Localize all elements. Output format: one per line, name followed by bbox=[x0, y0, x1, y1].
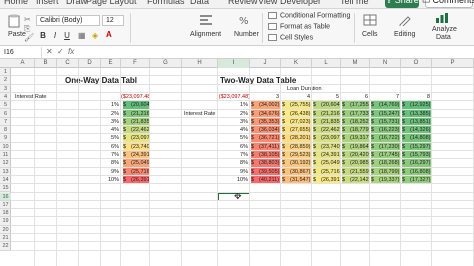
share-button[interactable]: ⇪Share bbox=[385, 0, 419, 8]
row-header-22[interactable]: 22 bbox=[0, 242, 11, 251]
row-header-17[interactable]: 17 bbox=[0, 201, 11, 210]
row-header-7[interactable]: 7 bbox=[0, 118, 11, 127]
cell-styles-icon bbox=[268, 34, 277, 41]
column-header-n[interactable]: N bbox=[370, 59, 401, 68]
enter-icon[interactable]: ✓ bbox=[57, 47, 64, 56]
row-header-1[interactable]: 1 bbox=[0, 68, 11, 77]
row-header-14[interactable]: 14 bbox=[0, 176, 11, 185]
row-header-15[interactable]: 15 bbox=[0, 184, 11, 193]
ribbon-tab-review[interactable]: Review bbox=[228, 0, 258, 6]
column-header-i[interactable]: I bbox=[218, 59, 250, 68]
column-header-l[interactable]: L bbox=[312, 59, 341, 68]
underline-button[interactable]: U bbox=[62, 31, 72, 40]
analyze-data-icon[interactable] bbox=[434, 11, 450, 25]
column-header-h[interactable]: H bbox=[182, 59, 218, 68]
paste-icon[interactable] bbox=[6, 14, 22, 28]
ribbon-tab-formulas[interactable]: Formulas bbox=[147, 0, 185, 6]
comments-label: Comments bbox=[432, 0, 474, 5]
row-header-20[interactable]: 20 bbox=[0, 226, 11, 234]
borders-icon[interactable]: ▦ bbox=[78, 31, 86, 40]
column-header-p[interactable]: P bbox=[432, 59, 474, 68]
row-header-16[interactable]: 16 bbox=[0, 192, 11, 201]
column-header-row: ABCDEFGHIJKLMNOP bbox=[0, 59, 474, 68]
analyze-data-label-2[interactable]: Data bbox=[436, 34, 451, 41]
comments-button[interactable]: ▭Comments bbox=[422, 0, 474, 8]
format-painter-icon[interactable]: 🖌 bbox=[24, 33, 34, 42]
column-header-e[interactable]: E bbox=[101, 59, 121, 68]
italic-button[interactable]: I bbox=[50, 31, 60, 40]
row-header-10[interactable]: 10 bbox=[0, 143, 11, 151]
column-header-k[interactable]: K bbox=[281, 59, 312, 68]
cells-icon[interactable] bbox=[362, 13, 378, 27]
row-header-column: 1 2 3 4 5 6 7 8 9 10 11 12 13 14 15 16 17 18 19 20 21 22 bbox=[0, 68, 11, 251]
column-header-g[interactable]: G bbox=[150, 59, 182, 68]
ribbon-tab-bar: Home Insert Draw Page Layout Formulas Data Rev… bbox=[0, 0, 474, 9]
share-label: Share bbox=[394, 0, 419, 5]
alignment-icon[interactable] bbox=[198, 13, 214, 27]
font-size-select[interactable]: 12 bbox=[102, 15, 124, 26]
svg-text:%: % bbox=[239, 16, 249, 26]
editing-button-label[interactable]: Editing bbox=[394, 31, 415, 38]
row-header-4[interactable]: 4 bbox=[0, 93, 11, 102]
column-header-c[interactable]: C bbox=[57, 59, 79, 68]
number-format-icon[interactable]: % bbox=[238, 13, 254, 27]
row-header-5[interactable]: 5 bbox=[0, 101, 11, 110]
row-header-13[interactable]: 13 bbox=[0, 168, 11, 176]
conditional-formatting-button[interactable]: Conditional Formatting bbox=[268, 12, 350, 19]
row-header-2[interactable]: 2 bbox=[0, 76, 11, 85]
ribbon-tab-insert[interactable]: Insert bbox=[36, 0, 59, 6]
format-as-table-button[interactable]: Format as Table bbox=[268, 23, 330, 30]
conditional-formatting-icon bbox=[268, 12, 277, 19]
row-header-18[interactable]: 18 bbox=[0, 209, 11, 218]
column-header-d[interactable]: D bbox=[79, 59, 101, 68]
fill-color-icon[interactable]: ◈ bbox=[92, 31, 98, 40]
format-as-table-icon bbox=[268, 23, 277, 30]
cell-styles-button[interactable]: Cell Styles bbox=[268, 34, 313, 41]
ribbon-tab-page-layout[interactable]: Page Layout bbox=[86, 0, 137, 6]
column-header-f[interactable]: F bbox=[121, 59, 150, 68]
editing-icon[interactable] bbox=[397, 13, 413, 27]
ribbon-tab-view[interactable]: View bbox=[258, 0, 277, 6]
analyze-data-label-1[interactable]: Analyze bbox=[432, 26, 457, 33]
column-header-b[interactable]: B bbox=[35, 59, 57, 68]
cancel-icon[interactable]: ✕ bbox=[46, 47, 53, 56]
spreadsheet-grid[interactable]: ABCDEFGHIJKLMNOP 1 2 3 4 5 6 7 8 9 10 11 12 13 14 15 16… bbox=[0, 59, 474, 266]
column-header-j[interactable]: J bbox=[250, 59, 281, 68]
row-header-19[interactable]: 19 bbox=[0, 217, 11, 226]
ribbon-tab-home[interactable]: Home bbox=[4, 0, 28, 6]
ribbon-tab-draw[interactable]: Draw bbox=[66, 0, 87, 6]
share-icon: ⇪ bbox=[385, 0, 393, 6]
name-box[interactable]: I16 bbox=[2, 47, 42, 58]
ribbon-tab-developer[interactable]: Developer bbox=[280, 0, 321, 6]
font-name-select[interactable]: Calibri (Body) bbox=[36, 15, 100, 26]
column-header-a[interactable]: A bbox=[11, 59, 35, 68]
cells-button-label[interactable]: Cells bbox=[362, 31, 378, 38]
column-header-o[interactable]: O bbox=[401, 59, 432, 68]
font-color-icon[interactable]: A bbox=[106, 30, 112, 39]
row-header-11[interactable]: 11 bbox=[0, 151, 11, 160]
bold-button[interactable]: B bbox=[38, 31, 48, 40]
row-header-21[interactable]: 21 bbox=[0, 234, 11, 243]
row-header-8[interactable]: 8 bbox=[0, 126, 11, 135]
comments-icon: ▭ bbox=[422, 0, 431, 6]
alignment-button-label[interactable]: Alignment bbox=[190, 31, 221, 38]
ribbon-tab-tell-me[interactable]: Tell me bbox=[340, 0, 369, 6]
row-header-3[interactable]: 3 bbox=[0, 85, 11, 93]
cut-icon[interactable]: ✂ bbox=[24, 15, 31, 24]
ribbon-tab-data[interactable]: Data bbox=[190, 0, 209, 6]
formula-bar: I16 ✕ ✓ fx bbox=[0, 46, 474, 59]
column-header-m[interactable]: M bbox=[341, 59, 370, 68]
number-button-label[interactable]: Number bbox=[234, 31, 259, 38]
formula-input[interactable] bbox=[80, 47, 470, 58]
ribbon: Paste ✂ ⎘ 🖌 Calibri (Body) 12 B I U ▦ ◈ … bbox=[0, 9, 474, 46]
row-header-12[interactable]: 12 bbox=[0, 159, 11, 168]
row-header-6[interactable]: 6 bbox=[0, 110, 11, 118]
insert-function-button[interactable]: fx bbox=[68, 47, 74, 56]
row-header-9[interactable]: 9 bbox=[0, 134, 11, 143]
